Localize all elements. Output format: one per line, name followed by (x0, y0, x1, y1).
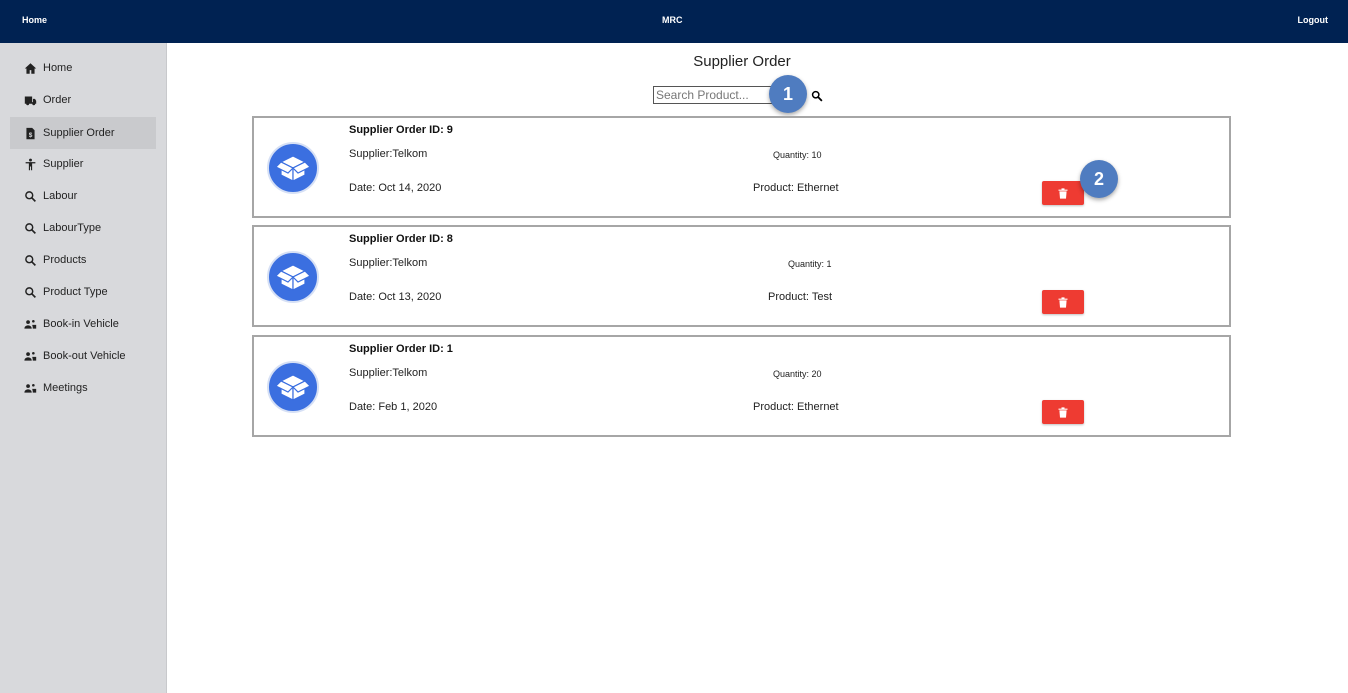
people-icon (24, 382, 37, 395)
logout-link[interactable]: Logout (1298, 15, 1329, 25)
order-product: Product: Ethernet (753, 401, 839, 413)
svg-text:$: $ (29, 132, 33, 139)
order-card: Supplier Order ID: 1 Supplier:Telkom Dat… (252, 335, 1231, 437)
sidebar-item-supplier-order[interactable]: $ Supplier Order (10, 117, 156, 149)
search-icon (24, 254, 37, 267)
money-file-icon: $ (24, 127, 37, 140)
sidebar-item-meetings[interactable]: Meetings (10, 372, 156, 404)
trash-icon (1058, 187, 1068, 199)
trash-icon (1058, 406, 1068, 418)
order-supplier: Supplier:Telkom (349, 148, 428, 160)
package-icon (267, 251, 319, 303)
order-date: Date: Feb 1, 2020 (349, 401, 438, 413)
step-marker-1: 1 (769, 75, 807, 113)
search-input[interactable] (653, 86, 773, 104)
sidebar-item-supplier[interactable]: Supplier (10, 148, 156, 180)
sidebar-item-labour[interactable]: Labour (10, 180, 156, 212)
package-icon (267, 142, 319, 194)
order-quantity: Quantity: 10 (773, 150, 822, 160)
sidebar-item-labourtype[interactable]: LabourType (10, 212, 156, 244)
trash-icon (1058, 296, 1068, 308)
sidebar-item-book-in-vehicle[interactable]: Book-in Vehicle (10, 308, 156, 340)
order-date: Date: Oct 13, 2020 (349, 291, 442, 303)
sidebar-item-label: LabourType (43, 222, 102, 234)
order-supplier: Supplier:Telkom (349, 367, 428, 379)
sidebar-item-label: Supplier Order (43, 127, 115, 139)
sidebar-item-label: Order (43, 94, 72, 106)
top-navbar: Home MRC Logout (0, 0, 1348, 43)
sidebar-item-products[interactable]: Products (10, 244, 156, 276)
sidebar-item-book-out-vehicle[interactable]: Book-out Vehicle (10, 340, 156, 372)
order-id: Supplier Order ID: 9 (349, 124, 453, 136)
order-quantity: Quantity: 1 (788, 259, 832, 269)
sidebar-item-home[interactable]: Home (10, 52, 156, 84)
home-icon (24, 62, 37, 75)
sidebar-item-label: Home (43, 62, 73, 74)
topbar-home-link[interactable]: Home (22, 15, 47, 25)
delete-button[interactable] (1042, 400, 1084, 424)
page-title: Supplier Order (693, 53, 791, 70)
order-product: Product: Ethernet (753, 182, 839, 194)
sidebar-item-label: Products (43, 254, 87, 266)
people-icon (24, 350, 37, 363)
sidebar-item-order[interactable]: Order (10, 84, 156, 116)
sidebar-item-product-type[interactable]: Product Type (10, 276, 156, 308)
order-date: Date: Oct 14, 2020 (349, 182, 442, 194)
delete-button[interactable] (1042, 181, 1084, 205)
sidebar-item-label: Meetings (43, 382, 88, 394)
search-icon (24, 286, 37, 299)
sidebar-item-label: Supplier (43, 158, 84, 170)
delete-button[interactable] (1042, 290, 1084, 314)
order-card: Supplier Order ID: 8 Supplier:Telkom Dat… (252, 225, 1231, 327)
sidebar-item-label: Book-out Vehicle (43, 350, 126, 362)
order-id: Supplier Order ID: 1 (349, 343, 453, 355)
people-icon (24, 318, 37, 331)
package-icon (267, 361, 319, 413)
sidebar-item-label: Labour (43, 190, 78, 202)
order-supplier: Supplier:Telkom (349, 257, 428, 269)
order-quantity: Quantity: 20 (773, 369, 822, 379)
search-icon[interactable] (811, 89, 823, 102)
truck-icon (24, 94, 37, 107)
search-icon (24, 222, 37, 235)
order-id: Supplier Order ID: 8 (349, 233, 453, 245)
order-product: Product: Test (768, 291, 832, 303)
person-icon (24, 158, 37, 171)
search-icon (24, 190, 37, 203)
sidebar-item-label: Book-in Vehicle (43, 318, 119, 330)
sidebar-item-label: Product Type (43, 286, 108, 298)
brand-title: MRC (662, 15, 683, 25)
sidebar: Home Order $ Supplier Order Supplier Lab… (0, 43, 167, 693)
step-marker-2: 2 (1080, 160, 1118, 198)
